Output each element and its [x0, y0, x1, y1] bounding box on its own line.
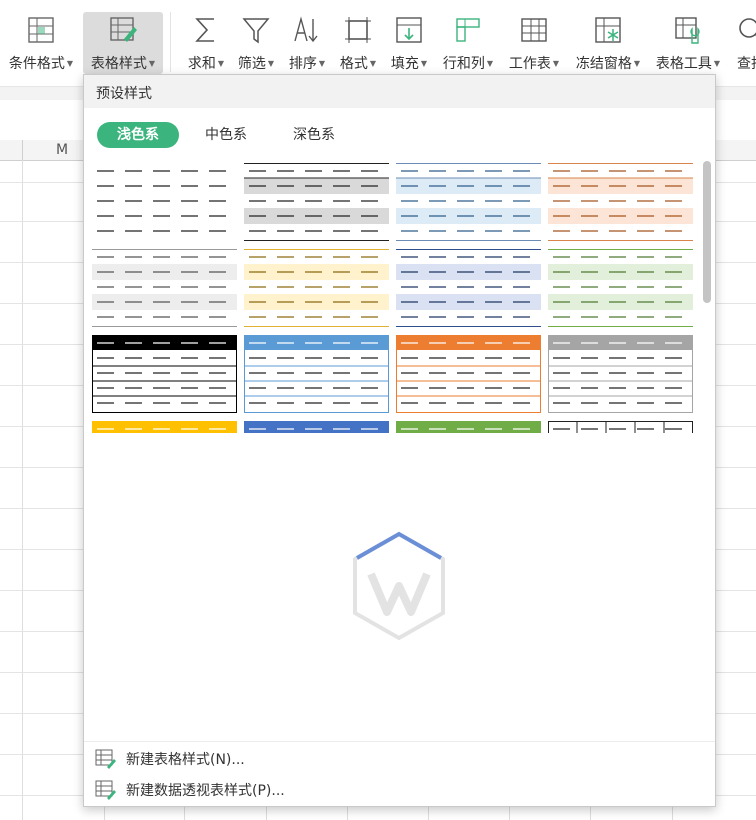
- sum-label: 求和: [187, 56, 216, 72]
- table-tools-icon: [672, 14, 704, 46]
- style-swatch-light-16[interactable]: [548, 421, 693, 433]
- style-swatch-light-14[interactable]: [244, 421, 389, 433]
- new-table-style-icon: [95, 749, 117, 769]
- worksheet-icon: [518, 14, 550, 46]
- column-header-m[interactable]: M: [56, 142, 68, 158]
- sort-label: 排序: [288, 56, 317, 72]
- format-button[interactable]: 格式 ▼: [335, 12, 381, 74]
- row-col-icon: [452, 14, 484, 46]
- tab-dark[interactable]: 深色系: [273, 122, 355, 148]
- worksheet-button[interactable]: 工作表 ▼: [505, 12, 563, 74]
- find-label: 查找: [737, 56, 756, 72]
- table-tools-button[interactable]: 表格工具 ▼: [652, 12, 724, 74]
- new-table-style-button[interactable]: 新建表格样式(N)...: [84, 743, 715, 774]
- tab-medium[interactable]: 中色系: [185, 122, 267, 148]
- style-swatch-light-12[interactable]: [548, 335, 693, 413]
- ribbon-separator: [170, 12, 171, 72]
- conditional-format-label: 条件格式: [8, 56, 65, 72]
- freeze-pane-icon: [592, 14, 624, 46]
- find-button[interactable]: 查找: [731, 12, 756, 74]
- style-swatch-light-9[interactable]: [92, 335, 237, 413]
- style-swatch-light-5[interactable]: [92, 249, 237, 327]
- new-pivot-style-button[interactable]: 新建数据透视表样式(P)...: [84, 774, 715, 805]
- popup-actions: 新建表格样式(N)... 新建数据透视表样式(P)...: [84, 741, 715, 805]
- fill-button[interactable]: 填充 ▼: [386, 12, 432, 74]
- filter-label: 筛选: [237, 56, 266, 72]
- conditional-format-icon: [25, 14, 57, 46]
- conditional-format-button[interactable]: 条件格式 ▼: [4, 12, 78, 74]
- new-table-style-label: 新建表格样式(N)...: [126, 751, 245, 768]
- row-col-label: 行和列: [442, 56, 485, 72]
- popup-title: 预设样式: [84, 75, 715, 108]
- style-swatch-light-6[interactable]: [244, 249, 389, 327]
- row-col-button[interactable]: 行和列 ▼: [439, 12, 497, 74]
- color-scheme-tabs: 浅色系 中色系 深色系: [97, 122, 361, 148]
- sort-icon: [291, 14, 323, 46]
- new-pivot-style-label: 新建数据透视表样式(P)...: [126, 782, 285, 799]
- table-tools-label: 表格工具: [655, 56, 712, 72]
- sum-icon: [190, 14, 222, 46]
- wps-logo-icon: [349, 530, 449, 642]
- filter-icon: [240, 14, 272, 46]
- table-style-button[interactable]: 表格样式 ▼: [83, 12, 163, 74]
- worksheet-label: 工作表: [508, 56, 551, 72]
- style-swatch-light-11[interactable]: [396, 335, 541, 413]
- fill-label: 填充: [390, 56, 419, 72]
- freeze-pane-button[interactable]: 冻结窗格 ▼: [571, 12, 645, 74]
- style-swatch-light-13[interactable]: [92, 421, 237, 433]
- style-swatch-light-8[interactable]: [548, 249, 693, 327]
- table-style-icon: [107, 14, 139, 46]
- fill-icon: [393, 14, 425, 46]
- style-swatch-light-1[interactable]: [92, 163, 237, 241]
- format-label: 格式: [339, 56, 368, 72]
- new-pivot-style-icon: [95, 780, 117, 800]
- style-swatch-light-4[interactable]: [548, 163, 693, 241]
- freeze-pane-label: 冻结窗格: [575, 56, 632, 72]
- format-icon: [342, 14, 374, 46]
- filter-button[interactable]: 筛选 ▼: [233, 12, 279, 74]
- style-swatch-light-2[interactable]: [244, 163, 389, 241]
- tab-light[interactable]: 浅色系: [97, 122, 179, 148]
- table-style-label: 表格样式: [90, 56, 147, 72]
- sort-button[interactable]: 排序 ▼: [284, 12, 330, 74]
- style-swatch-light-7[interactable]: [396, 249, 541, 327]
- style-swatch-grid: [92, 163, 696, 433]
- swatch-scrollbar[interactable]: [703, 161, 711, 303]
- sum-button[interactable]: 求和 ▼: [183, 12, 229, 74]
- find-icon: [735, 14, 756, 46]
- style-swatch-light-10[interactable]: [244, 335, 389, 413]
- style-swatch-light-3[interactable]: [396, 163, 541, 241]
- preset-style-popup: 预设样式 浅色系 中色系 深色系 新建表格样式(N)... 新建数据透视表样式(…: [83, 74, 716, 807]
- style-swatch-light-15[interactable]: [396, 421, 541, 433]
